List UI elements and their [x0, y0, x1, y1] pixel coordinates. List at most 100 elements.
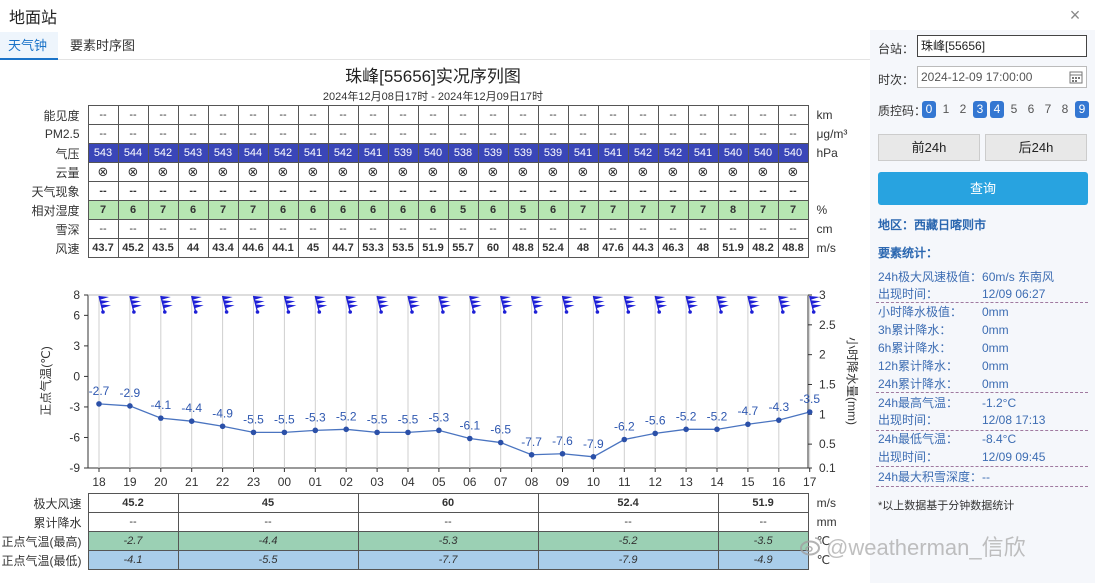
table-cell: -7.9	[537, 550, 719, 570]
data-label: -4.1	[150, 398, 171, 412]
qc-code-7[interactable]: 7	[1041, 101, 1055, 118]
x-tick-label: 07	[494, 475, 508, 489]
table-cell: -5.5	[177, 550, 359, 570]
table-cell: -2.7	[87, 531, 179, 551]
qc-code-0[interactable]: 0	[922, 101, 936, 118]
data-label: -7.7	[521, 435, 542, 449]
data-label: -5.5	[367, 412, 388, 426]
wind-barb	[438, 295, 451, 314]
x-tick-label: 23	[247, 475, 261, 489]
table-cell: -4.1	[87, 550, 179, 570]
stat-divider	[876, 430, 1088, 431]
x-tick-label: 08	[525, 475, 539, 489]
table-cell: --	[717, 512, 809, 532]
qc-code-1[interactable]: 1	[939, 101, 953, 118]
prev-24h-button[interactable]: 前24h	[878, 134, 980, 161]
stat-key: 24h最低气温：	[878, 432, 959, 446]
data-point	[96, 401, 102, 407]
stat-row: 3h累计降水： 0mm	[878, 321, 1088, 339]
table-cell: -5.2	[537, 531, 719, 551]
data-label: -5.5	[274, 412, 295, 426]
data-label: -5.5	[243, 412, 264, 426]
table-cell: -4.4	[177, 531, 359, 551]
x-tick-label: 12	[649, 475, 663, 489]
data-point	[467, 435, 473, 442]
close-icon[interactable]: ×	[1065, 5, 1085, 25]
row-label: 正点气温(最低)	[1, 553, 82, 568]
stat-row: 小时降水极值： 0mm	[878, 303, 1088, 321]
qc-code-5[interactable]: 5	[1007, 101, 1021, 118]
stat-key: 24h极大风速极值：	[878, 270, 983, 284]
qc-code-2[interactable]: 2	[956, 101, 970, 118]
stat-value: 0mm	[982, 341, 1009, 355]
table-cell: 52.4	[537, 493, 719, 513]
stat-key: 出现时间：	[878, 413, 939, 427]
query-button[interactable]: 查询	[878, 172, 1088, 205]
table-cell: -4.9	[717, 550, 809, 570]
calendar-icon[interactable]	[1069, 70, 1083, 84]
data-point	[250, 429, 257, 436]
qc-code-8[interactable]: 8	[1058, 101, 1072, 118]
next-24h-button[interactable]: 后24h	[985, 134, 1087, 161]
data-label: -5.3	[305, 410, 326, 424]
y2-axis-label: 小时降水量(mm)	[845, 337, 859, 425]
qc-code-4[interactable]: 4	[990, 101, 1004, 118]
data-point	[776, 417, 782, 423]
data-point	[497, 439, 504, 446]
x-tick-label: 18	[92, 475, 106, 489]
data-point	[374, 429, 380, 436]
x-tick-label: 03	[370, 475, 384, 489]
data-label: -2.9	[120, 386, 141, 400]
stat-divider	[876, 486, 1088, 487]
x-tick-label: 09	[556, 475, 570, 489]
stat-key: 3h累计降水：	[878, 323, 952, 337]
wind-barb	[314, 295, 328, 314]
stat-key: 小时降水极值：	[878, 305, 963, 319]
stat-value: -1.2°C	[982, 396, 1017, 410]
table-row: 极大风速 45.2 45 60 52.4 51.9 m/s	[0, 493, 875, 513]
x-tick-label: 02	[340, 475, 354, 489]
data-point	[528, 451, 535, 458]
stat-row: 出现时间： 12/08 17:13	[878, 411, 1088, 429]
wind-barb	[283, 295, 297, 314]
stat-row: 出现时间： 12/09 06:27	[878, 285, 1088, 303]
data-point	[188, 418, 195, 424]
stat-row: 6h累计降水： 0mm	[878, 339, 1088, 357]
x-tick-label: 11	[618, 475, 631, 489]
stat-key: 24h最高气温：	[878, 396, 959, 410]
data-point	[158, 415, 164, 421]
data-label: -5.5	[398, 412, 419, 426]
data-point	[405, 429, 411, 436]
station-input[interactable]: 珠峰[55656]	[917, 35, 1087, 57]
data-label: -7.9	[583, 437, 604, 451]
table-cell: -3.5	[717, 531, 809, 551]
wind-barb	[747, 295, 760, 314]
x-tick-label: 16	[772, 475, 786, 489]
qc-code-9[interactable]: 9	[1075, 101, 1089, 118]
y-tick-label: -9	[69, 461, 80, 475]
table-cell: --	[87, 512, 179, 532]
wind-barb	[654, 295, 668, 314]
stat-key: 24h最大积雪深度：--	[878, 470, 991, 484]
x-tick-label: 15	[741, 475, 755, 489]
qc-code-6[interactable]: 6	[1024, 101, 1038, 118]
time-input[interactable]: 2024-12-09 17:00:00	[917, 66, 1087, 88]
y2-tick-label: 1	[819, 407, 826, 421]
stats-heading: 要素统计：	[878, 246, 939, 260]
data-point	[559, 450, 566, 457]
y-tick-label: 0	[73, 369, 80, 383]
wind-barb	[407, 295, 420, 314]
stat-row: 12h累计降水： 0mm	[878, 357, 1088, 375]
temperature-chart: 18 19 20 21 22 23 00 01 02 03 04 05 06 07 08 09 10 11 12 13…	[38, 288, 859, 489]
row-unit: m/s	[816, 496, 836, 510]
data-point	[343, 426, 350, 433]
temperature-line	[98, 403, 810, 458]
qc-code-3[interactable]: 3	[973, 101, 987, 118]
table-cell: -5.3	[357, 531, 539, 551]
data-point	[590, 454, 597, 460]
data-label: -4.3	[768, 400, 789, 414]
data-label: -6.1	[459, 418, 480, 432]
stat-key: 24h累计降水：	[878, 377, 959, 391]
stat-key: 6h累计降水：	[878, 341, 952, 355]
table-row: 累计降水 -- -- -- -- -- mm	[0, 512, 875, 532]
